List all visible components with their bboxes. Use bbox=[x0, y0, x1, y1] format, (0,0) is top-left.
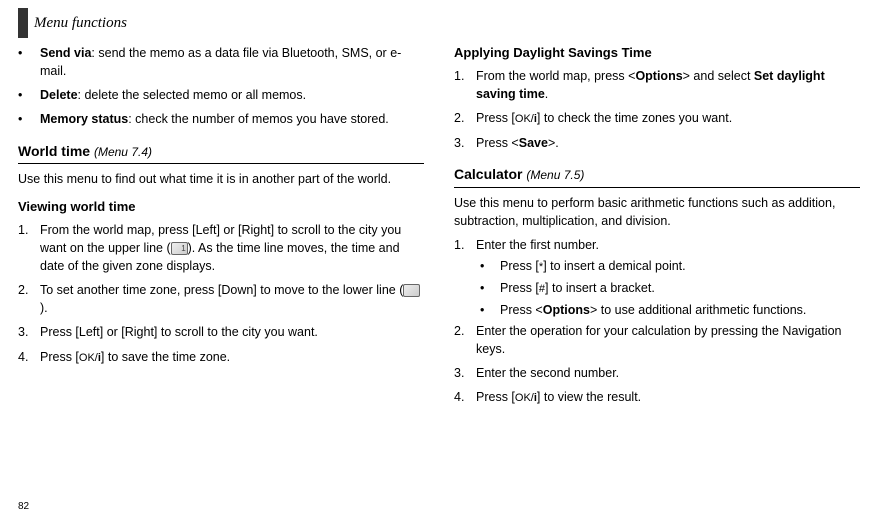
intro-text: Use this menu to perform basic arithmeti… bbox=[454, 194, 860, 230]
bullet-text: : check the number of memos you have sto… bbox=[128, 112, 389, 126]
bullet-label: Send via bbox=[40, 46, 91, 60]
section-title-text: World time bbox=[18, 143, 90, 159]
step-number: 1. bbox=[18, 221, 40, 275]
step-row: 2. Enter the operation for your calculat… bbox=[454, 322, 860, 358]
step-number: 1. bbox=[454, 67, 476, 103]
step-text: Press [ bbox=[500, 281, 539, 295]
bullet-text: : send the memo as a data file via Bluet… bbox=[40, 46, 401, 78]
bullet-dot-icon: • bbox=[18, 86, 40, 104]
bullet-item: • Delete: delete the selected memo or al… bbox=[18, 86, 424, 104]
step-text: Press [Left] or [Right] to scroll to the… bbox=[40, 323, 424, 341]
section-menu-ref: (Menu 7.4) bbox=[94, 145, 152, 159]
sub-step-row: • Press <Options> to use additional arit… bbox=[476, 301, 860, 319]
intro-text: Use this menu to find out what time it i… bbox=[18, 170, 424, 188]
step-row: 1. From the world map, press [Left] or [… bbox=[18, 221, 424, 275]
zone-lower-icon bbox=[403, 284, 420, 297]
step-text: ] to check the time zones you want. bbox=[537, 111, 732, 125]
step-number: 4. bbox=[454, 388, 476, 407]
ok-key-icon: OK/i bbox=[515, 392, 537, 404]
section-title-world-time: World time (Menu 7.4) bbox=[18, 141, 424, 161]
step-number: 2. bbox=[454, 109, 476, 128]
bullet-dot-icon: • bbox=[476, 257, 500, 276]
step-text: From the world map, press < bbox=[476, 69, 635, 83]
step-number: 2. bbox=[454, 322, 476, 358]
step-number: 4. bbox=[18, 348, 40, 367]
bullet-item: • Memory status: check the number of mem… bbox=[18, 110, 424, 128]
ok-key-icon: OK/i bbox=[515, 113, 537, 125]
zone-upper-icon: 1 bbox=[171, 242, 188, 255]
step-text: Press [ bbox=[500, 259, 539, 273]
emphasis: Save bbox=[519, 136, 548, 150]
step-text: Enter the first number. bbox=[476, 236, 860, 254]
step-row: 4. Press [OK/i] to save the time zone. bbox=[18, 348, 424, 367]
bullet-label: Delete bbox=[40, 88, 78, 102]
emphasis: Options bbox=[543, 303, 590, 317]
header-bar-icon bbox=[18, 8, 28, 38]
subheading-viewing: Viewing world time bbox=[18, 198, 424, 217]
step-row: 1. From the world map, press <Options> a… bbox=[454, 67, 860, 103]
right-column: Applying Daylight Savings Time 1. From t… bbox=[454, 44, 860, 413]
step-text: Press [ bbox=[476, 390, 515, 404]
step-row: 2. To set another time zone, press [Down… bbox=[18, 281, 424, 317]
step-text: Enter the operation for your calculation… bbox=[476, 322, 860, 358]
step-text: ] to save the time zone. bbox=[101, 350, 230, 364]
ok-key-icon: OK/i bbox=[79, 352, 101, 364]
step-number: 3. bbox=[454, 134, 476, 152]
bullet-dot-icon: • bbox=[18, 110, 40, 128]
header-title: Menu functions bbox=[34, 15, 127, 32]
left-column: • Send via: send the memo as a data file… bbox=[18, 44, 424, 413]
section-menu-ref: (Menu 7.5) bbox=[526, 168, 584, 182]
bullet-text: : delete the selected memo or all memos. bbox=[78, 88, 307, 102]
step-text: Press < bbox=[476, 136, 519, 150]
bullet-dot-icon: • bbox=[18, 44, 40, 80]
step-number: 3. bbox=[454, 364, 476, 382]
step-text: Press [ bbox=[40, 350, 79, 364]
step-number: 3. bbox=[18, 323, 40, 341]
step-text: Press [ bbox=[476, 111, 515, 125]
sub-step-row: • Press [#] to insert a bracket. bbox=[476, 279, 860, 298]
step-row: 4. Press [OK/i] to view the result. bbox=[454, 388, 860, 407]
step-text: . bbox=[545, 87, 548, 101]
step-row: 1. Enter the first number. bbox=[454, 236, 860, 254]
section-title-text: Calculator bbox=[454, 166, 522, 182]
sub-step-row: • Press [*] to insert a demical point. bbox=[476, 257, 860, 276]
divider bbox=[454, 187, 860, 188]
page-header: Menu functions bbox=[18, 8, 127, 38]
bullet-label: Memory status bbox=[40, 112, 128, 126]
step-text: ] to view the result. bbox=[537, 390, 641, 404]
step-number: 1. bbox=[454, 236, 476, 254]
step-text: > and select bbox=[683, 69, 754, 83]
bullet-item: • Send via: send the memo as a data file… bbox=[18, 44, 424, 80]
step-row: 2. Press [OK/i] to check the time zones … bbox=[454, 109, 860, 128]
step-text: Enter the second number. bbox=[476, 364, 860, 382]
step-text: >. bbox=[548, 136, 559, 150]
step-row: 3. Enter the second number. bbox=[454, 364, 860, 382]
emphasis: Options bbox=[635, 69, 682, 83]
section-title-calculator: Calculator (Menu 7.5) bbox=[454, 164, 860, 184]
step-text: ] to insert a demical point. bbox=[543, 259, 685, 273]
page-number: 82 bbox=[18, 501, 29, 512]
step-row: 3. Press <Save>. bbox=[454, 134, 860, 152]
step-text: > to use additional arithmetic functions… bbox=[590, 303, 806, 317]
step-text: ). bbox=[40, 301, 48, 315]
subheading-dst: Applying Daylight Savings Time bbox=[454, 44, 860, 63]
step-row: 3. Press [Left] or [Right] to scroll to … bbox=[18, 323, 424, 341]
step-text: To set another time zone, press [Down] t… bbox=[40, 283, 403, 297]
step-text: ] to insert a bracket. bbox=[545, 281, 655, 295]
step-text: Press < bbox=[500, 303, 543, 317]
bullet-dot-icon: • bbox=[476, 279, 500, 298]
divider bbox=[18, 163, 424, 164]
bullet-dot-icon: • bbox=[476, 301, 500, 319]
step-number: 2. bbox=[18, 281, 40, 317]
